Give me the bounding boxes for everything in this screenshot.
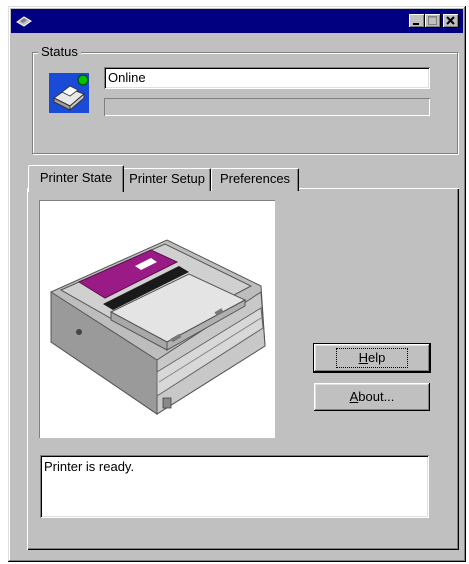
tab-printer-setup-label: Printer Setup [129,171,205,186]
close-icon [446,16,455,25]
status-progress-bar [104,98,430,116]
title-bar[interactable] [11,9,463,33]
laser-printer-image [50,239,266,415]
printer-app-icon[interactable] [15,13,33,32]
about-button-label: About... [349,389,395,404]
help-button-label: Help [358,350,386,365]
status-text-field: Online [104,67,430,89]
printer-online-icon [48,72,90,114]
close-button[interactable] [443,14,459,28]
tab-preferences-label: Preferences [219,171,291,186]
tab-preferences[interactable]: Preferences [211,168,299,191]
tab-printer-state[interactable]: Printer State [28,165,124,192]
status-message: Printer is ready. [44,459,135,474]
about-button[interactable]: About... [314,383,430,411]
tab-printer-state-label: Printer State [39,170,113,185]
status-text: Online [108,70,146,85]
maximize-icon [428,16,437,25]
minimize-button[interactable] [409,14,425,28]
maximize-button[interactable] [425,14,441,28]
minimize-icon [413,23,419,25]
tab-printer-setup[interactable]: Printer Setup [123,168,211,191]
printer-image-frame [39,200,275,438]
status-legend: Status [38,44,81,59]
help-button[interactable]: Help [313,343,431,373]
app-window: Status Online Printer State Printer Setu… [8,6,466,562]
status-message-box: Printer is ready. [40,455,429,518]
